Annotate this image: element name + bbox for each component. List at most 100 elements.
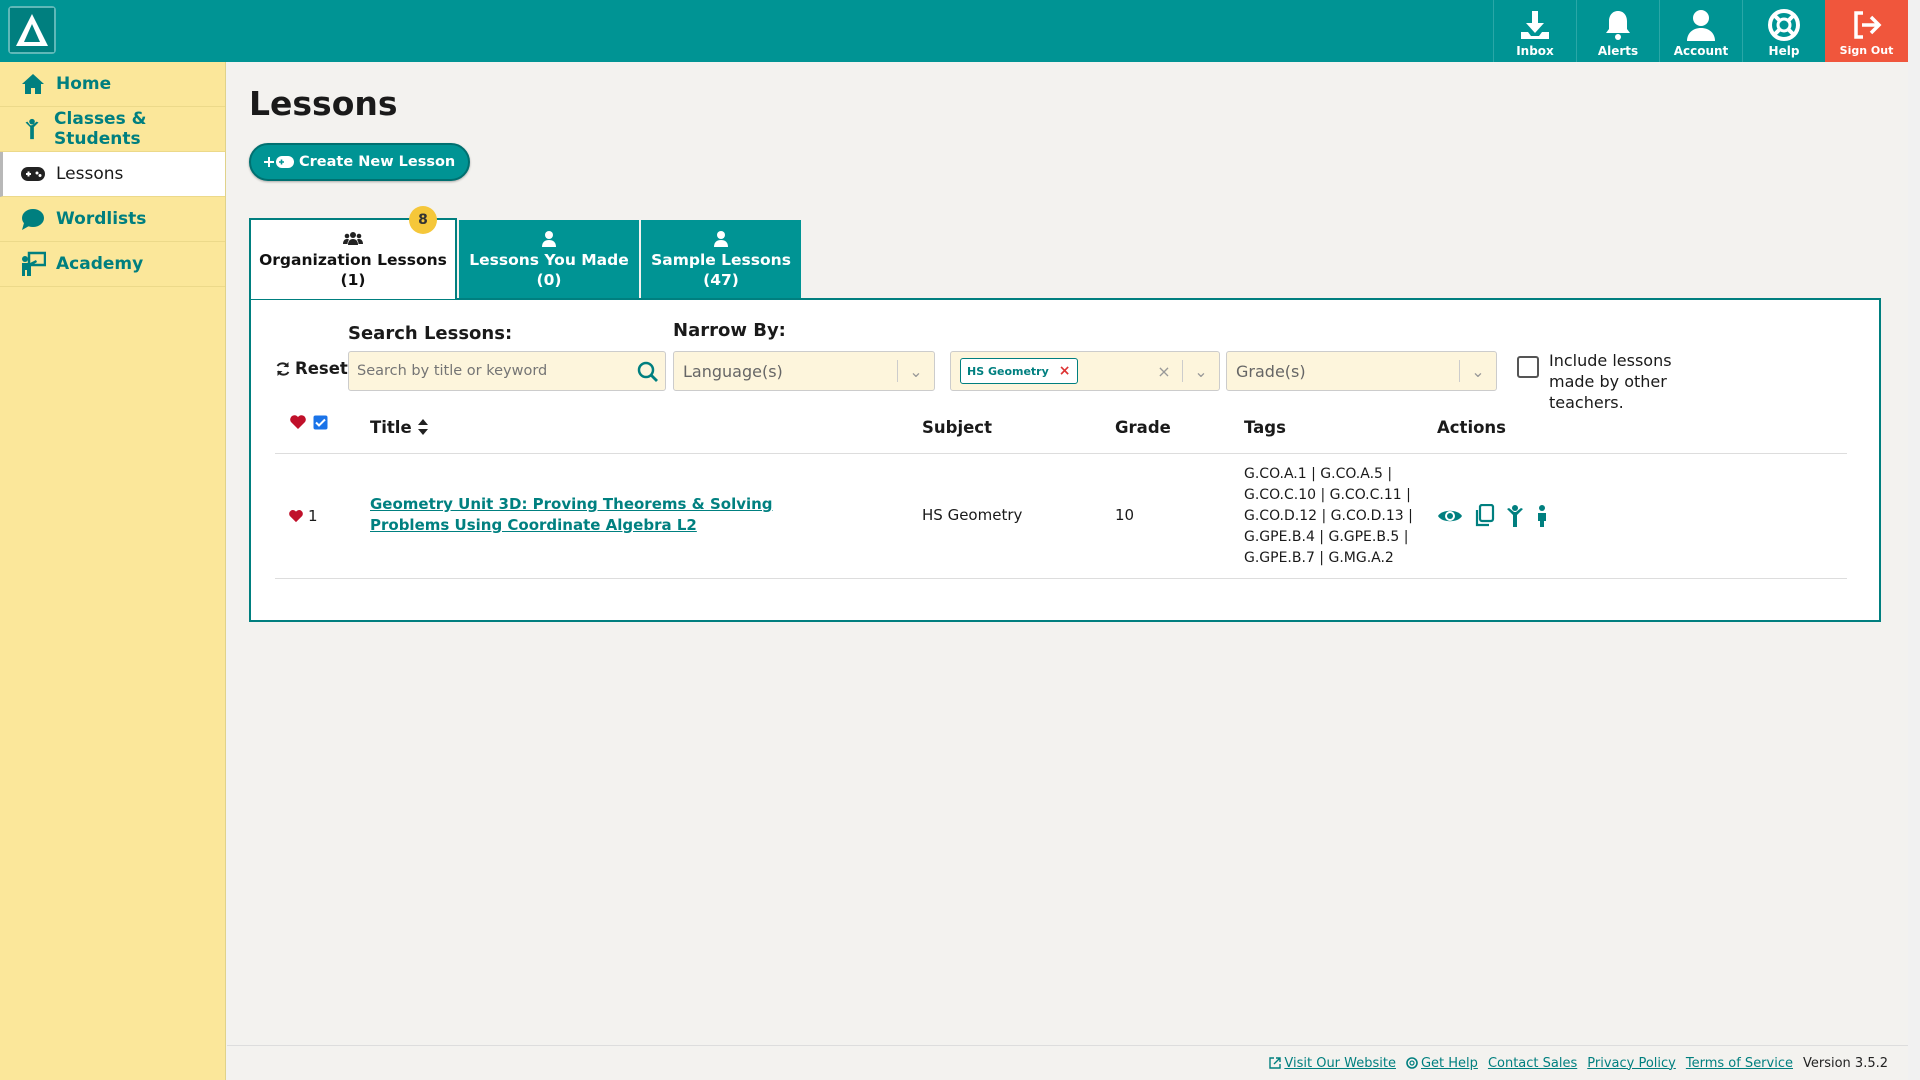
tab-count: (0) [536, 270, 562, 289]
copy-icon[interactable] [1473, 504, 1495, 528]
page-title: Lessons [249, 84, 398, 123]
download-icon [1521, 11, 1549, 39]
top-nav: Inbox Alerts Account Help Sign Out [1493, 0, 1908, 62]
tab-count: (1) [340, 270, 366, 289]
sidebar-item-label: Classes & Students [54, 109, 147, 149]
account-button[interactable]: Account [1659, 0, 1742, 62]
lesson-tabs: Organization Lessons (1) 8 Lessons You M… [249, 206, 803, 299]
tab-label: Lessons You Made [469, 250, 629, 269]
subject-select[interactable]: HS Geometry × × ⌄ [950, 351, 1220, 391]
sidebar-item-classes-students[interactable]: Classes & Students [0, 107, 225, 152]
lesson-tags: G.CO.A.1 | G.CO.A.5 | G.CO.C.10 | G.CO.C… [1244, 464, 1424, 569]
heart-icon [289, 510, 303, 523]
contact-sales-link[interactable]: Contact Sales [1488, 1056, 1577, 1071]
chevron-down-icon[interactable]: ⌄ [1460, 362, 1496, 381]
sign-out-button[interactable]: Sign Out [1825, 0, 1908, 62]
app-logo[interactable] [8, 6, 56, 54]
sidebar-item-label: Lessons [56, 164, 124, 184]
tag-line: G.GPE.B.7 | G.MG.A.2 [1244, 550, 1394, 566]
life-ring-icon [1406, 1057, 1418, 1069]
external-link-icon [1269, 1057, 1282, 1069]
help-button[interactable]: Help [1742, 0, 1825, 62]
person-info-icon[interactable] [1535, 504, 1549, 528]
alerts-label: Alerts [1597, 44, 1639, 58]
column-title[interactable]: Title [370, 418, 429, 437]
speech-bubble-icon [22, 209, 44, 230]
tab-label: Sample Lessons [651, 250, 791, 269]
table-row: 1 Geometry Unit 3D: Proving Theorems & S… [275, 454, 1847, 579]
sidebar-item-academy[interactable]: Academy [0, 242, 225, 287]
remove-chip-icon[interactable]: × [1059, 363, 1071, 379]
heart-icon[interactable] [289, 414, 307, 430]
sidebar-item-label: Academy [56, 254, 144, 274]
assign-student-icon[interactable] [1505, 504, 1525, 528]
bell-icon [1606, 11, 1630, 40]
lesson-subject: HS Geometry [922, 506, 1023, 524]
subject-chip: HS Geometry × [960, 358, 1078, 384]
inbox-label: Inbox [1516, 44, 1554, 58]
column-tags: Tags [1244, 418, 1286, 437]
tab-lessons-you-made[interactable]: Lessons You Made (0) [459, 220, 639, 299]
create-new-lesson-button[interactable]: Create New Lesson [249, 143, 471, 181]
subject-chip-label: HS Geometry [967, 364, 1049, 378]
reset-button[interactable]: Reset [275, 359, 348, 378]
page-scrollbar[interactable] [1908, 0, 1920, 1080]
student-icon [25, 118, 39, 140]
clear-icon[interactable]: × [1146, 362, 1182, 381]
row-actions [1437, 504, 1559, 528]
terms-of-service-link[interactable]: Terms of Service [1686, 1056, 1793, 1071]
grade-select[interactable]: Grade(s) ⌄ [1226, 351, 1497, 391]
like-count[interactable]: 1 [288, 507, 318, 525]
privacy-policy-link[interactable]: Privacy Policy [1587, 1056, 1676, 1071]
include-others-label: Include lessons made by other teachers. [1549, 351, 1672, 412]
include-others-toggle[interactable]: Include lessons made by other teachers. [1517, 350, 1689, 413]
sidebar-item-wordlists[interactable]: Wordlists [0, 197, 225, 242]
sign-out-icon [1853, 11, 1881, 39]
search-icon[interactable] [637, 361, 659, 383]
like-count-value: 1 [308, 507, 318, 525]
alerts-button[interactable]: Alerts [1576, 0, 1659, 62]
table-header: Title Subject Grade Tags Actions [275, 415, 1847, 454]
refresh-icon [276, 361, 290, 376]
sidebar: Home Classes & Students Lessons Wordlist… [0, 62, 226, 1080]
favorite-header [289, 414, 328, 434]
language-select[interactable]: Language(s) ⌄ [673, 351, 935, 391]
lesson-title-link[interactable]: Geometry Unit 3D: Proving Theorems & Sol… [370, 494, 840, 536]
tab-sample-lessons[interactable]: Sample Lessons (47) [641, 220, 801, 299]
lesson-grade: 10 [1115, 506, 1135, 524]
teacher-board-icon [22, 251, 46, 276]
search-input[interactable] [349, 352, 629, 390]
narrow-by-label: Narrow By: [673, 320, 786, 341]
column-subject: Subject [922, 418, 992, 437]
user-icon [714, 230, 728, 247]
sign-out-label: Sign Out [1839, 44, 1894, 57]
main-content: Lessons Create New Lesson Organization L… [249, 62, 1889, 622]
sort-icon[interactable] [417, 418, 429, 436]
search-label: Search Lessons: [348, 323, 513, 344]
sidebar-item-home[interactable]: Home [0, 62, 225, 107]
chevron-down-icon[interactable]: ⌄ [898, 362, 934, 381]
users-group-icon [343, 231, 363, 245]
include-others-checkbox[interactable] [1517, 356, 1539, 378]
create-new-lesson-label: Create New Lesson [299, 154, 456, 170]
user-icon [542, 230, 556, 247]
help-label: Help [1768, 44, 1800, 58]
logo-icon [10, 8, 54, 52]
column-grade: Grade [1115, 418, 1171, 437]
reset-label: Reset [295, 359, 348, 378]
tag-line: G.CO.D.12 | G.CO.D.13 | [1244, 508, 1413, 524]
life-ring-icon [1768, 9, 1800, 41]
grade-placeholder: Grade(s) [1236, 361, 1306, 381]
visit-website-link[interactable]: Visit Our Website [1269, 1056, 1396, 1071]
get-help-label: Get Help [1420, 1055, 1478, 1071]
sidebar-item-lessons[interactable]: Lessons [0, 152, 225, 197]
inbox-button[interactable]: Inbox [1493, 0, 1576, 62]
column-actions: Actions [1437, 418, 1506, 437]
eye-icon[interactable] [1437, 506, 1463, 526]
column-title-label: Title [370, 418, 412, 437]
get-help-link[interactable]: Get Help [1406, 1056, 1478, 1071]
select-all-checkbox[interactable] [313, 415, 328, 430]
chevron-down-icon[interactable]: ⌄ [1183, 362, 1219, 381]
visit-website-label: Visit Our Website [1284, 1055, 1396, 1071]
tab-organization-lessons[interactable]: Organization Lessons (1) 8 [249, 206, 457, 299]
